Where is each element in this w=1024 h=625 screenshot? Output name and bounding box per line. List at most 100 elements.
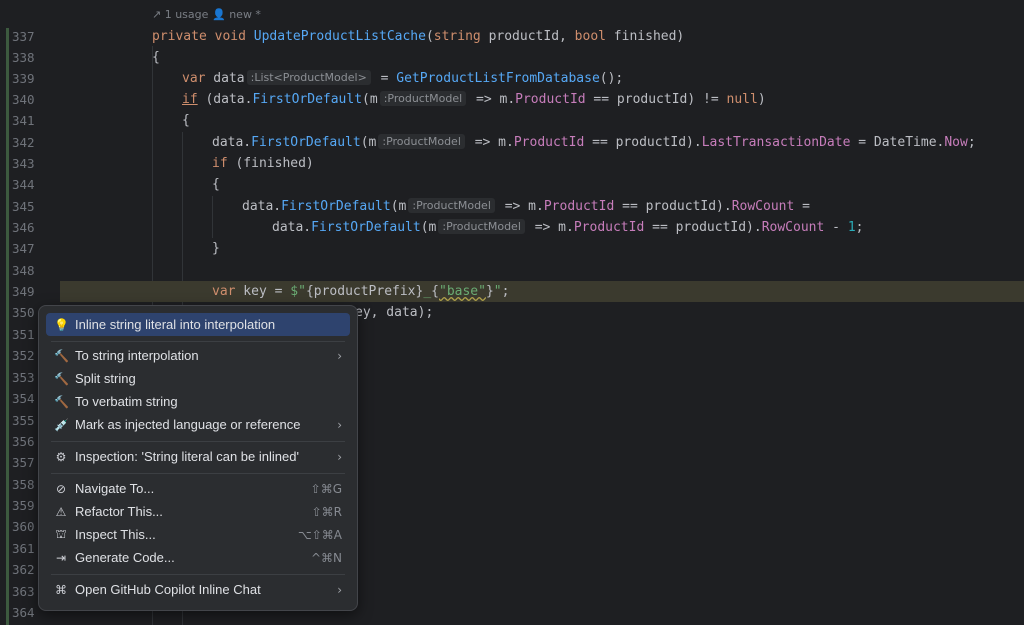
- line-number[interactable]: 359: [12, 495, 36, 516]
- line-number[interactable]: 355: [12, 410, 36, 431]
- code-line[interactable]: private void UpdateProductListCache(stri…: [0, 26, 964, 47]
- menu-item-shortcut: ⇧⌘G: [310, 481, 342, 496]
- menu-item-shortcut: ⌥⇧⌘A: [297, 527, 342, 542]
- chevron-right-icon: ›: [337, 348, 342, 363]
- method-name: UpdateProductListCache: [253, 29, 426, 44]
- code-text: ();: [599, 71, 624, 86]
- keyword: if: [182, 92, 198, 107]
- current-code-line[interactable]: var key = $"{productPrefix}_{"base"}";: [60, 281, 1024, 302]
- code-line[interactable]: {: [0, 174, 964, 195]
- code-line[interactable]: }: [0, 238, 964, 259]
- string-literal-warning[interactable]: "base": [439, 284, 486, 299]
- code-line[interactable]: if (finished): [0, 153, 964, 174]
- chevron-right-icon: ›: [337, 582, 342, 597]
- code-text: =: [850, 135, 874, 150]
- code-line[interactable]: data.FirstOrDefault(m:ProductModel => m.…: [0, 132, 976, 153]
- string-literal: $": [290, 284, 306, 299]
- code-line[interactable]: data.FirstOrDefault(m:ProductModel => m.…: [0, 196, 964, 217]
- menu-item-copilot-inline-chat[interactable]: ⌘ Open GitHub Copilot Inline Chat ›: [46, 578, 350, 601]
- code-text: data.: [272, 220, 312, 235]
- code-line[interactable]: {: [0, 110, 964, 131]
- menu-item-label: Inspection: 'String literal can be inlin…: [75, 449, 299, 464]
- code-line[interactable]: {: [0, 47, 964, 68]
- menu-separator: [51, 473, 345, 474]
- line-number[interactable]: 354: [12, 388, 36, 409]
- chevron-right-icon: ›: [337, 449, 342, 464]
- code-text: (m: [420, 220, 437, 235]
- code-line[interactable]: if (data.FirstOrDefault(m:ProductModel =…: [0, 89, 964, 110]
- code-text: =: [372, 71, 397, 86]
- code-text: {: [152, 50, 160, 65]
- property-name: ProductId: [573, 220, 645, 235]
- property-name: ProductId: [513, 135, 585, 150]
- code-text: (m: [360, 135, 377, 150]
- code-text: ;: [855, 220, 864, 235]
- menu-item-refactor-this[interactable]: ⚠ Refactor This... ⇧⌘R: [46, 500, 350, 523]
- menu-item-label: Inline string literal into interpolation: [75, 317, 276, 332]
- menu-item-to-string-interpolation[interactable]: 🔨 To string interpolation ›: [46, 344, 350, 367]
- hammer-icon: 🔨: [54, 394, 69, 409]
- code-text: data.: [242, 199, 282, 214]
- line-number[interactable]: 360: [12, 516, 36, 537]
- menu-item-label: Mark as injected language or reference: [75, 417, 301, 432]
- method-name: GetProductListFromDatabase: [396, 71, 600, 86]
- method-name: FirstOrDefault: [281, 199, 391, 214]
- line-number[interactable]: 356: [12, 431, 36, 452]
- line-number[interactable]: 351: [12, 324, 36, 345]
- code-line[interactable]: data.FirstOrDefault(m:ProductModel => m.…: [0, 217, 964, 238]
- menu-item-generate-code[interactable]: ⇥ Generate Code... ^⌘N: [46, 546, 350, 569]
- usages-text: 1 usage: [164, 8, 209, 21]
- menu-item-label: To verbatim string: [75, 394, 178, 409]
- keyword: null: [726, 92, 758, 107]
- menu-item-to-verbatim-string[interactable]: 🔨 To verbatim string: [46, 390, 350, 413]
- code-text: => m.: [496, 199, 544, 214]
- usages-hint[interactable]: ↗ 1 usage: [152, 8, 208, 21]
- user-icon: 👤: [212, 8, 226, 21]
- code-text: {: [212, 177, 220, 192]
- code-text: key =: [235, 284, 291, 299]
- property-name: LastTransactionDate: [701, 135, 851, 150]
- property-name: Now: [944, 135, 968, 150]
- type-hint: :ProductModel: [408, 198, 495, 213]
- line-number[interactable]: 349: [12, 281, 36, 302]
- code-text: }: [485, 284, 494, 299]
- code-text: == productId).: [614, 199, 732, 214]
- line-number[interactable]: 348: [12, 260, 36, 281]
- menu-item-label: Generate Code...: [75, 550, 175, 565]
- author-hint[interactable]: 👤 new *: [212, 8, 261, 21]
- line-number[interactable]: 357: [12, 452, 36, 473]
- hammer-icon: 🔨: [54, 348, 69, 363]
- property-name: ProductId: [515, 92, 586, 107]
- code-text: => m.: [466, 135, 514, 150]
- menu-item-inline-string-literal[interactable]: 💡 Inline string literal into interpolatio…: [46, 313, 350, 336]
- line-number[interactable]: 352: [12, 345, 36, 366]
- menu-item-split-string[interactable]: 🔨 Split string: [46, 367, 350, 390]
- menu-item-navigate-to[interactable]: ⊘ Navigate To... ⇧⌘G: [46, 477, 350, 500]
- line-number[interactable]: 363: [12, 581, 36, 602]
- property-name: RowCount: [761, 220, 825, 235]
- code-text: (m: [390, 199, 407, 214]
- menu-item-label: Split string: [75, 371, 136, 386]
- line-number[interactable]: 358: [12, 474, 36, 495]
- keyword: string: [433, 29, 481, 44]
- line-number[interactable]: 364: [12, 602, 36, 623]
- code-text: finished): [605, 29, 685, 44]
- line-number[interactable]: 361: [12, 538, 36, 559]
- menu-item-inspect-this[interactable]: ⛫ Inspect This... ⌥⇧⌘A: [46, 523, 350, 546]
- code-text: == productId).: [584, 135, 702, 150]
- menu-item-mark-injected-language[interactable]: 💉 Mark as injected language or reference ›: [46, 413, 350, 436]
- method-name: FirstOrDefault: [251, 135, 361, 150]
- string-literal: ": [493, 284, 502, 299]
- code-text: {: [182, 113, 190, 128]
- code-text: => m.: [468, 92, 516, 107]
- line-number[interactable]: 353: [12, 367, 36, 388]
- method-name: FirstOrDefault: [252, 92, 363, 107]
- menu-item-inspection[interactable]: ⚙ Inspection: 'String literal can be inli…: [46, 445, 350, 468]
- line-number[interactable]: 362: [12, 559, 36, 580]
- menu-separator: [51, 341, 345, 342]
- type-hint: :List<ProductModel>: [246, 70, 371, 85]
- property-name: RowCount: [731, 199, 795, 214]
- usages-icon: ↗: [152, 8, 162, 21]
- intention-actions-popup[interactable]: 💡 Inline string literal into interpolatio…: [38, 305, 358, 611]
- code-line[interactable]: var data:List<ProductModel> = GetProduct…: [0, 68, 964, 89]
